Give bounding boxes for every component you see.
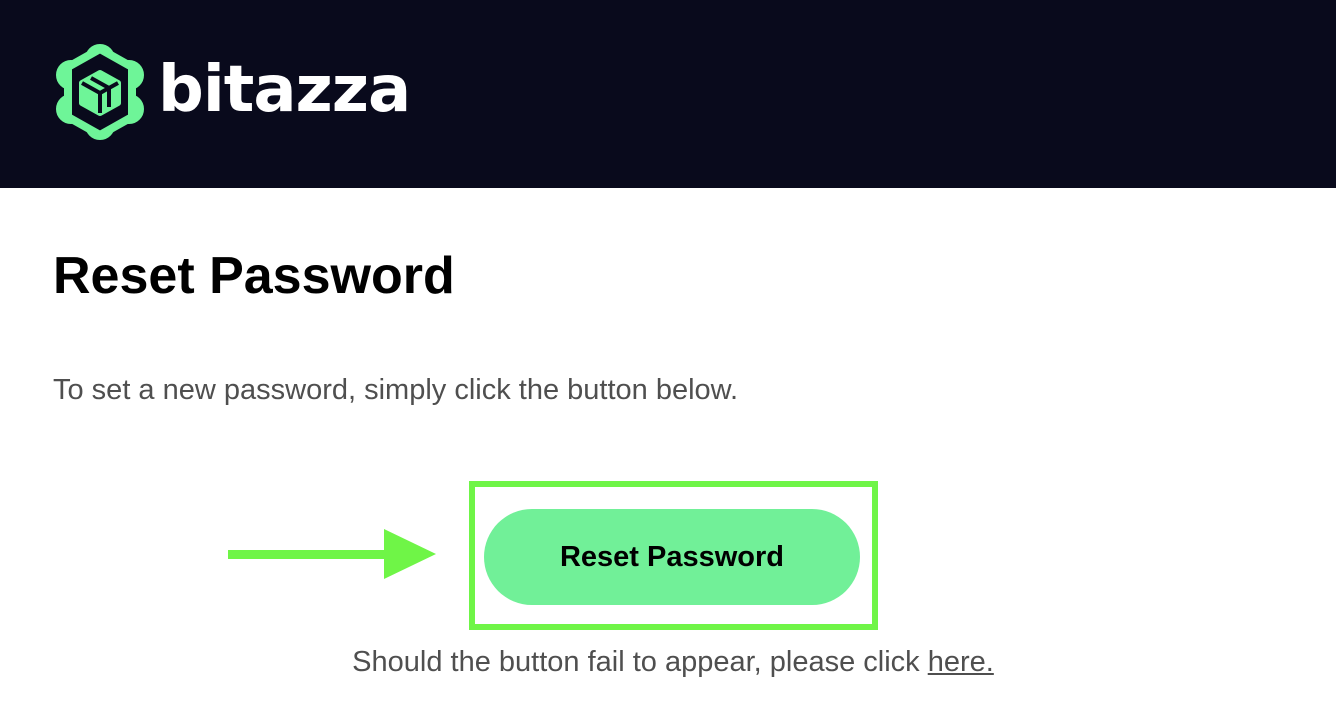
email-header: bitazza — [0, 0, 1336, 188]
fallback-text: Should the button fail to appear, please… — [0, 642, 1336, 682]
bitazza-logo-icon — [56, 44, 144, 140]
reset-password-button[interactable]: Reset Password — [484, 509, 860, 605]
page-title: Reset Password — [53, 247, 455, 305]
arrow-right-icon — [228, 529, 436, 579]
brand-logo[interactable]: bitazza — [54, 42, 411, 142]
fallback-link[interactable]: here. — [928, 646, 994, 678]
fallback-message: Should the button fail to appear, please… — [352, 646, 920, 678]
brand-name: bitazza — [158, 53, 411, 127]
intro-text: To set a new password, simply click the … — [53, 374, 739, 406]
